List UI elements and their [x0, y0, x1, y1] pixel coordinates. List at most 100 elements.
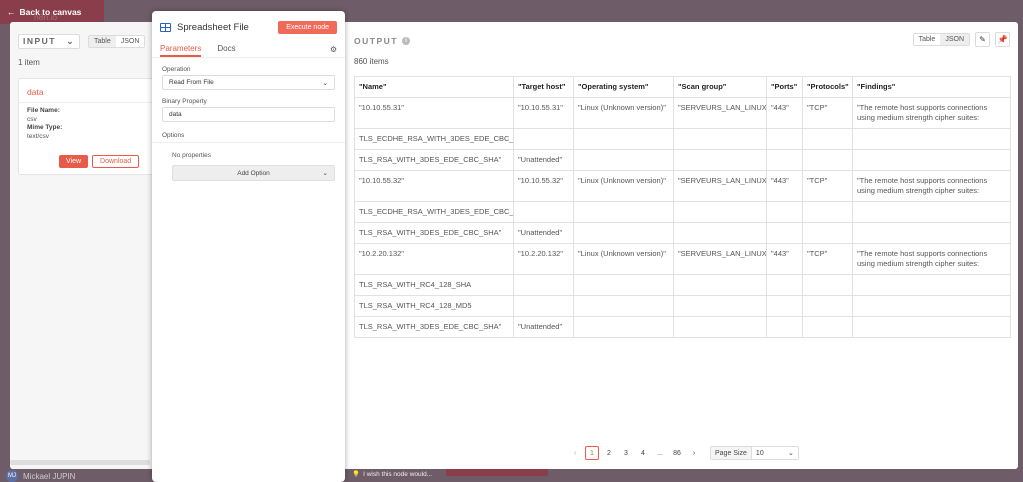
page-number[interactable]: 4	[636, 446, 650, 460]
canvas-logo-text: n8n.io	[34, 12, 58, 22]
page-number[interactable]: 86	[670, 446, 684, 460]
column-header: "Protocols"	[802, 76, 853, 98]
table-cell: "Unattended"	[513, 149, 574, 171]
table-cell	[852, 201, 1011, 223]
table-cell: TLS_RSA_WITH_3DES_EDE_CBC_SHA"	[354, 149, 514, 171]
table-cell	[802, 316, 853, 338]
table-cell	[513, 274, 574, 296]
mime-type-value: text/csv	[27, 132, 50, 140]
table-cell	[573, 149, 674, 171]
chevron-down-icon: ⌄	[66, 35, 75, 46]
table-cell: "Unattended"	[513, 316, 574, 338]
pencil-icon[interactable]: ✎	[975, 32, 990, 47]
user-badge: MJ Mickael JUPIN	[6, 470, 75, 482]
table-cell	[766, 295, 803, 317]
table-cell: "TCP"	[802, 97, 853, 129]
table-cell: "10.10.55.32"	[513, 170, 574, 202]
next-page-icon[interactable]: ›	[687, 446, 701, 460]
mime-type-label: Mime Type:	[27, 124, 63, 131]
table-cell	[673, 201, 767, 223]
operation-select[interactable]: Read From File ⌄	[162, 75, 335, 90]
page-size-select[interactable]: Page Size 10 ⌄	[710, 446, 799, 460]
table-cell	[673, 222, 767, 244]
column-header: "Target host"	[513, 76, 574, 98]
table-cell: "TCP"	[802, 243, 853, 275]
table-cell: "The remote host supports connections us…	[852, 170, 1011, 202]
gear-icon[interactable]: ⚙	[330, 45, 337, 54]
input-item-count: 1 item	[18, 58, 40, 67]
table-cell: "Linux (Unknown version)"	[573, 97, 674, 129]
output-view-toggle: Table JSON	[912, 33, 970, 46]
download-binary-button[interactable]: Download	[92, 155, 140, 168]
horizontal-scrollbar[interactable]	[10, 460, 150, 465]
output-json-view[interactable]: JSON	[940, 34, 969, 45]
table-cell	[573, 222, 674, 244]
tab-parameters[interactable]: Parameters	[160, 44, 202, 57]
table-cell: "The remote host supports connections us…	[852, 97, 1011, 129]
table-cell: TLS_RSA_WITH_3DES_EDE_CBC_SHA"	[354, 222, 514, 244]
table-cell	[852, 149, 1011, 171]
table-cell: TLS_RSA_WITH_3DES_EDE_CBC_SHA"	[354, 316, 514, 338]
column-header: "Name"	[354, 76, 514, 98]
back-to-canvas-button[interactable]: ← Back to canvas n8n.io	[0, 0, 104, 24]
feedback-link[interactable]: 💡 I wish this node would...	[352, 470, 432, 479]
input-view-toggle: Table JSON	[88, 34, 146, 48]
table-cell: "10.2.20.132"	[354, 243, 514, 275]
page-number[interactable]: 1	[585, 446, 599, 460]
table-cell	[766, 128, 803, 150]
table-cell: "443"	[766, 170, 803, 202]
table-cell	[766, 149, 803, 171]
table-cell	[766, 316, 803, 338]
table-cell: "443"	[766, 243, 803, 275]
table-cell: "10.10.55.31"	[354, 97, 514, 129]
table-cell: "Linux (Unknown version)"	[573, 170, 674, 202]
node-title[interactable]: Spreadsheet File	[177, 22, 278, 33]
chevron-down-icon: ⌄	[322, 79, 328, 87]
table-row: TLS_RSA_WITH_3DES_EDE_CBC_SHA" "Unattende…	[354, 222, 1011, 244]
column-header: "Scan group"	[673, 76, 767, 98]
no-properties-text: No properties	[172, 152, 212, 159]
pagination: ‹ 1 2 3 4... 86 › Page Size 10 ⌄	[568, 446, 799, 460]
table-cell	[766, 222, 803, 244]
binary-title: data	[19, 79, 157, 103]
execute-node-button[interactable]: Execute node	[278, 20, 337, 34]
table-row: TLS_ECDHE_RSA_WITH_3DES_EDE_CBC_SHA	[354, 201, 1011, 223]
table-cell: "TCP"	[802, 170, 853, 202]
table-cell: "10.10.55.31"	[513, 97, 574, 129]
options-heading: Options	[152, 132, 345, 143]
node-settings-panel: Spreadsheet File Execute node Parameters…	[152, 11, 345, 482]
table-cell	[513, 128, 574, 150]
table-cell	[573, 274, 674, 296]
table-row: "10.2.20.132" "10.2.20.132" "Linux (Unknow…	[354, 243, 1011, 275]
table-cell: "SERVEURS_LAN_LINUX"	[673, 97, 767, 129]
table-cell	[673, 149, 767, 171]
table-cell	[766, 201, 803, 223]
pin-icon[interactable]: 📌	[995, 32, 1010, 47]
chevron-down-icon: ⌄	[788, 450, 794, 457]
user-name: Mickael JUPIN	[23, 471, 76, 481]
page-number[interactable]: 3	[619, 446, 633, 460]
input-json-view[interactable]: JSON	[115, 35, 145, 47]
input-selector[interactable]: INPUT ⌄	[18, 33, 80, 49]
table-cell: "10.10.55.32"	[354, 170, 514, 202]
info-icon[interactable]: i	[401, 37, 410, 45]
column-header: "Operating system"	[573, 76, 674, 98]
binary-property-input[interactable]: data	[162, 107, 335, 122]
tab-docs[interactable]: Docs	[217, 44, 235, 57]
binary-data-card: data File Name: csv Mime Type: text/csv …	[18, 78, 158, 175]
table-cell: "The remote host supports connections us…	[852, 243, 1011, 275]
table-cell	[573, 316, 674, 338]
table-cell	[573, 201, 674, 223]
add-option-button[interactable]: Add Option ⌄	[172, 165, 335, 181]
output-table-view[interactable]: Table	[913, 34, 941, 45]
table-cell	[766, 274, 803, 296]
pagination-ellipsis[interactable]: ...	[653, 446, 667, 460]
input-table-view[interactable]: Table	[89, 35, 116, 47]
table-cell: "SERVEURS_LAN_LINUX"	[673, 170, 767, 202]
prev-page-icon[interactable]: ‹	[568, 446, 582, 460]
page-number[interactable]: 2	[602, 446, 616, 460]
view-binary-button[interactable]: View	[59, 155, 89, 168]
spreadsheet-icon	[160, 22, 171, 32]
table-header-row: "Name" "Target host" "Operating system" "Sc…	[354, 76, 1011, 98]
avatar: MJ	[6, 470, 18, 482]
